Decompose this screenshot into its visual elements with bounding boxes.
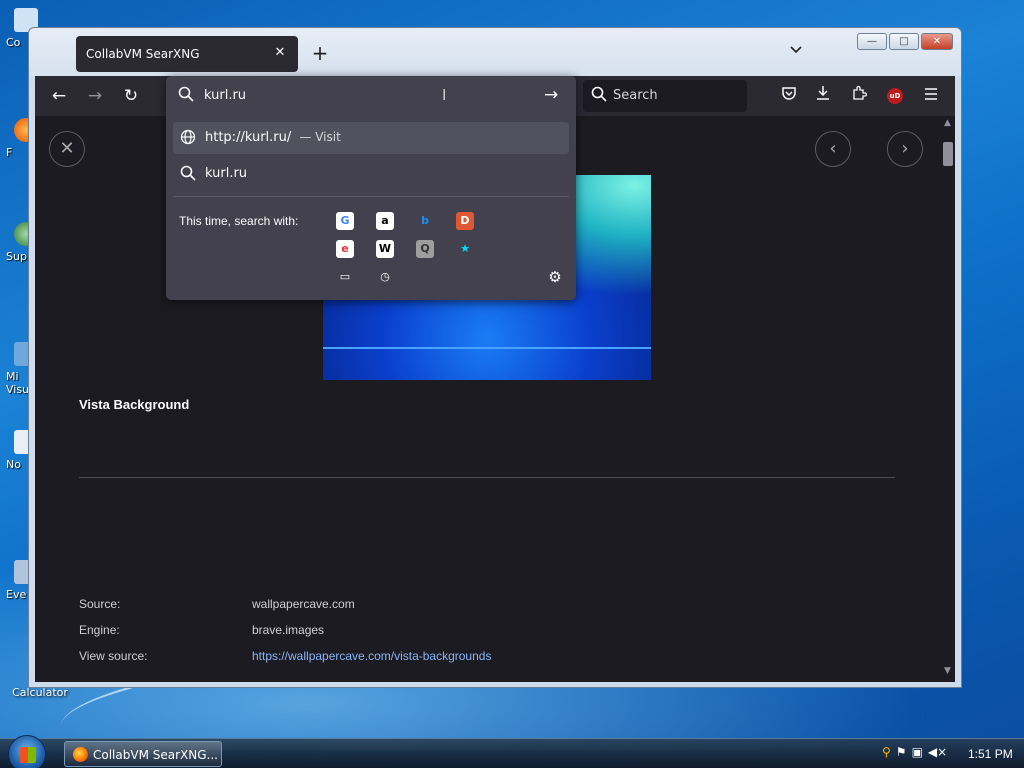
url-input[interactable]: kurl.ru I → [166,76,576,116]
meta-key: View source: [79,649,148,663]
dropdown-separator [173,196,569,197]
meta-key: Engine: [79,623,120,637]
previous-image-button[interactable]: ‹ [815,131,851,167]
forward-button[interactable]: → [83,84,107,108]
ublock-icon[interactable]: uD [887,88,903,104]
bookmarks-star-icon[interactable]: ★ [456,240,474,258]
globe-icon [180,129,196,149]
list-all-tabs-icon[interactable] [787,44,805,62]
preview-horizon [323,347,651,349]
search-icon[interactable]: ⚲ [882,745,891,759]
history-icon[interactable]: ◷ [376,268,394,286]
tab-collabvm-searxng[interactable]: CollabVM SearXNG ✕ [76,36,298,72]
firefox-icon [73,747,88,762]
gear-icon[interactable]: ⚙ [546,268,564,286]
go-arrow-icon[interactable]: → [544,85,558,105]
download-icon[interactable] [811,84,835,108]
back-button[interactable]: ← [47,84,71,108]
new-tab-button[interactable]: + [309,42,331,64]
meta-row-view-source: View source: https://wallpapercave.com/vi… [79,649,491,663]
title-bar: CollabVM SearXNG ✕ + — □ ✕ [29,28,961,76]
amazon-icon[interactable]: a [376,212,394,230]
vertical-scrollbar[interactable]: ▲ ▼ [940,116,955,682]
taskbar: CollabVM SearXNG... ⚲ ⚑ ▣ ◀× 1:51 PM [0,735,1024,768]
volume-muted-icon[interactable]: ◀× [928,745,947,759]
taskbar-item-label: CollabVM SearXNG... [93,748,218,762]
ebay-icon[interactable]: e [336,240,354,258]
suggestion-visit[interactable]: http://kurl.ru/ — Visit [173,122,569,154]
suggestion-search[interactable]: kurl.ru [173,158,569,190]
view-source-link[interactable]: https://wallpapercave.com/vista-backgrou… [252,649,491,663]
close-preview-button[interactable]: ✕ [49,131,85,167]
windows-logo-icon [20,747,36,763]
reload-button[interactable]: ↻ [119,84,143,108]
action-center-flag-icon[interactable]: ⚑ [896,745,907,759]
tabs-icon[interactable]: ▭ [336,268,354,286]
suggestion-text: http://kurl.ru/ [205,130,292,145]
maximize-button[interactable]: □ [889,33,919,50]
scroll-up-icon[interactable]: ▲ [940,118,955,132]
minimize-button[interactable]: — [857,33,887,50]
start-button[interactable] [8,735,46,768]
close-tab-icon[interactable]: ✕ [272,45,288,61]
suggestion-text: kurl.ru [205,166,248,181]
suggestion-action: — Visit [299,130,341,144]
search-icon [591,86,607,106]
tab-title: CollabVM SearXNG [86,47,200,61]
bing-icon[interactable]: b [416,212,434,230]
next-image-button[interactable]: › [887,131,923,167]
scroll-down-icon[interactable]: ▼ [940,666,955,680]
divider [79,477,895,478]
network-icon[interactable]: ▣ [912,745,923,759]
system-tray: ⚲ ⚑ ▣ ◀× [882,745,947,759]
extensions-icon[interactable] [847,84,871,108]
engines-label: This time, search with: [179,214,299,228]
meta-row-source: Source: wallpapercave.com [79,597,355,611]
wikipedia-icon[interactable]: W [376,240,394,258]
google-icon[interactable]: G [336,212,354,230]
search-icon [180,165,196,185]
search-bar[interactable]: Search [583,80,747,112]
close-window-button[interactable]: ✕ [921,33,953,50]
meta-key: Source: [79,597,121,611]
meta-row-engine: Engine: brave.images [79,623,324,637]
urlbar-dropdown: kurl.ru I → http://kurl.ru/ — Visit kurl… [166,76,576,300]
image-title: Vista Background [79,397,190,412]
url-input-value: kurl.ru [204,88,247,103]
duckduckgo-icon[interactable]: D [456,212,474,230]
searxng-icon[interactable]: Q [416,240,434,258]
clock[interactable]: 1:51 PM [968,747,1013,761]
menu-icon[interactable] [919,84,943,108]
text-cursor-icon: I [442,86,447,104]
window-controls: — □ ✕ [857,33,953,50]
pocket-icon[interactable] [777,84,801,108]
search-placeholder: Search [613,88,658,103]
taskbar-item-firefox[interactable]: CollabVM SearXNG... [64,741,222,767]
meta-value: brave.images [252,623,325,637]
meta-value: wallpapercave.com [252,597,355,611]
search-icon [178,86,194,106]
scroll-thumb[interactable] [943,142,953,166]
